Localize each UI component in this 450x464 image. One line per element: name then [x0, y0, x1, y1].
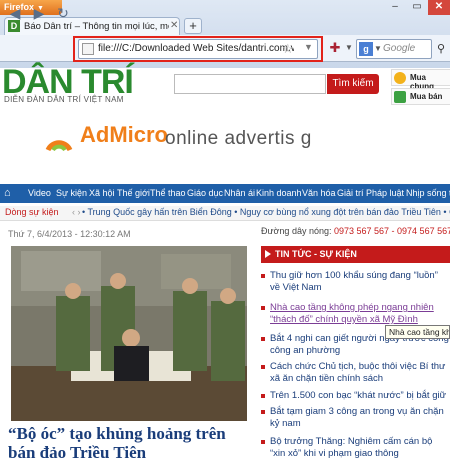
bullet-icon [261, 394, 265, 398]
hotline: Đường dây nóng: 0973 567 567 - 0974 567 … [261, 226, 450, 236]
news-section-header: TIN TỨC - SỰ KIỆN [261, 246, 450, 263]
chevron-down-icon[interactable]: ▼ [374, 44, 382, 53]
news-item[interactable]: Nhà cao tầng không phép ngang nhiên “thá… [261, 302, 450, 326]
bullet-icon [261, 306, 265, 310]
nav-item-su-kien[interactable]: Sự kiện [56, 188, 87, 198]
nav-item-the-thao[interactable]: Thể thao [150, 188, 186, 198]
article-headline[interactable]: “Bộ óc” tạo khủng hoảng trên bán đảo Tri… [8, 424, 253, 462]
event-ticker: Dòng sự kiện ‹ › • Trung Quốc gây hấn tr… [0, 206, 450, 221]
nav-item-kinh-doanh[interactable]: Kinh doanh [256, 188, 302, 198]
admicro-logo-icon [45, 140, 73, 152]
news-item[interactable]: Thu giữ hơn 100 khẩu súng đang “luồn” về… [261, 270, 450, 294]
forward-arrow-icon[interactable]: ▶ [30, 4, 48, 22]
nav-item-the-gioi[interactable]: Thế giới [117, 188, 150, 198]
news-item-text[interactable]: Nhà cao tầng không phép ngang nhiên “thá… [270, 302, 434, 325]
search-placeholder: Google [383, 43, 416, 54]
tab-close-icon[interactable]: ✕ [170, 20, 178, 31]
mua-chung-link[interactable]: Mua chung [391, 69, 450, 91]
site-search-button[interactable]: Tìm kiếm [327, 74, 379, 94]
hotline-number: 0973 567 567 - 0974 567 567 [333, 226, 450, 236]
home-icon[interactable]: ⌂ [4, 187, 18, 200]
news-section-title[interactable]: TIN TỨC - SỰ KIỆN [275, 249, 357, 259]
news-item[interactable]: Trên 1.500 con bạc “khát nước” bị bắt gi… [261, 390, 450, 402]
mua-ban-link[interactable]: Mua bán [391, 88, 450, 105]
cart-icon [394, 91, 406, 103]
nav-item-video[interactable]: Video [28, 188, 51, 198]
new-tab-button[interactable]: + [184, 18, 202, 34]
tab-title: Báo Dân trí – Thông tin mọi lúc, mọi nơi… [24, 21, 169, 32]
bullet-icon [261, 365, 265, 369]
back-arrow-icon[interactable]: ◀ [6, 4, 24, 22]
bullet-icon [261, 410, 265, 414]
nav-item-xa-hoi[interactable]: Xã hội [89, 188, 115, 198]
maximize-button[interactable]: ▭ [406, 0, 428, 15]
nav-item-van-hoa[interactable]: Văn hóa [302, 188, 336, 198]
ticker-label: Dòng sự kiện [5, 207, 59, 217]
main-navigation: ⌂ Video Sự kiện Xã hội Thế giới Thể thao… [0, 184, 450, 203]
search-bar[interactable]: g ▼ Google [356, 39, 432, 59]
hotline-label: Đường dây nóng: [261, 226, 334, 236]
site-search-input[interactable] [174, 74, 326, 94]
news-item[interactable]: Bắt tạm giam 3 công an trong vụ ăn chặn … [261, 406, 450, 430]
news-item-text[interactable]: Bộ trưởng Thăng: Nghiêm cấm cán bộ “xin … [270, 436, 432, 459]
news-item[interactable]: Bộ trưởng Thăng: Nghiêm cấm cán bộ “xin … [261, 436, 450, 460]
url-highlight-box [73, 36, 323, 62]
news-item-text[interactable]: Bắt tạm giam 3 công an trong vụ ăn chặn … [270, 406, 444, 429]
nav-item-giao-duc[interactable]: Giáo dục [187, 188, 223, 198]
news-item-text[interactable]: Thu giữ hơn 100 khẩu súng đang “luồn” về… [270, 270, 438, 293]
nav-item-phap-luat[interactable]: Pháp luật [366, 188, 404, 198]
nav-item-nhip-song-tre[interactable]: Nhịp sống trẻ [406, 188, 450, 198]
ticker-headlines[interactable]: • Trung Quốc gây hấn trên Biển Đông • Ng… [82, 207, 450, 217]
section-arrow-icon [265, 250, 271, 258]
nav-item-giai-tri[interactable]: Giải trí [337, 188, 364, 198]
chevron-down-icon[interactable]: ▼ [345, 43, 353, 52]
bullet-icon [261, 440, 265, 444]
ad-brand: AdMicro [80, 122, 168, 147]
nav-item-nhan-ai[interactable]: Nhân ái [224, 188, 255, 198]
minimize-button[interactable]: – [384, 0, 406, 15]
addon-icon[interactable]: ✚ [325, 40, 345, 58]
article-photo[interactable] [11, 246, 247, 421]
bullet-icon [261, 337, 265, 341]
coin-icon [394, 72, 406, 84]
article-date: Thứ 7, 6/4/2013 - 12:30:12 AM [8, 229, 131, 239]
ad-tagline: online advertis g [165, 128, 312, 149]
bullet-icon [261, 274, 265, 278]
site-logo-subtitle: DIỄN ĐÀN DÂN TRÍ VIỆT NAM [4, 95, 124, 104]
reload-icon[interactable]: ↻ [54, 4, 72, 22]
mua-ban-label: Mua bán [410, 92, 443, 101]
news-item-text[interactable]: Cách chức Chủ tịch, buộc thôi việc Bí th… [270, 361, 445, 384]
ticker-arrows-icon[interactable]: ‹ › [72, 207, 81, 217]
google-icon[interactable]: g [359, 42, 373, 56]
search-icon[interactable]: ⚲ [437, 42, 450, 56]
news-item[interactable]: Cách chức Chủ tịch, buộc thôi việc Bí th… [261, 361, 450, 385]
news-item-text[interactable]: Trên 1.500 con bạc “khát nước” bị bắt gi… [270, 390, 446, 401]
close-window-button[interactable]: ✕ [428, 0, 450, 15]
browser-chrome: Firefox ▼ – ▭ ✕ D Báo Dân trí – Thông tin… [0, 0, 450, 68]
link-tooltip: Nhà cao tầng không phép [385, 325, 450, 339]
